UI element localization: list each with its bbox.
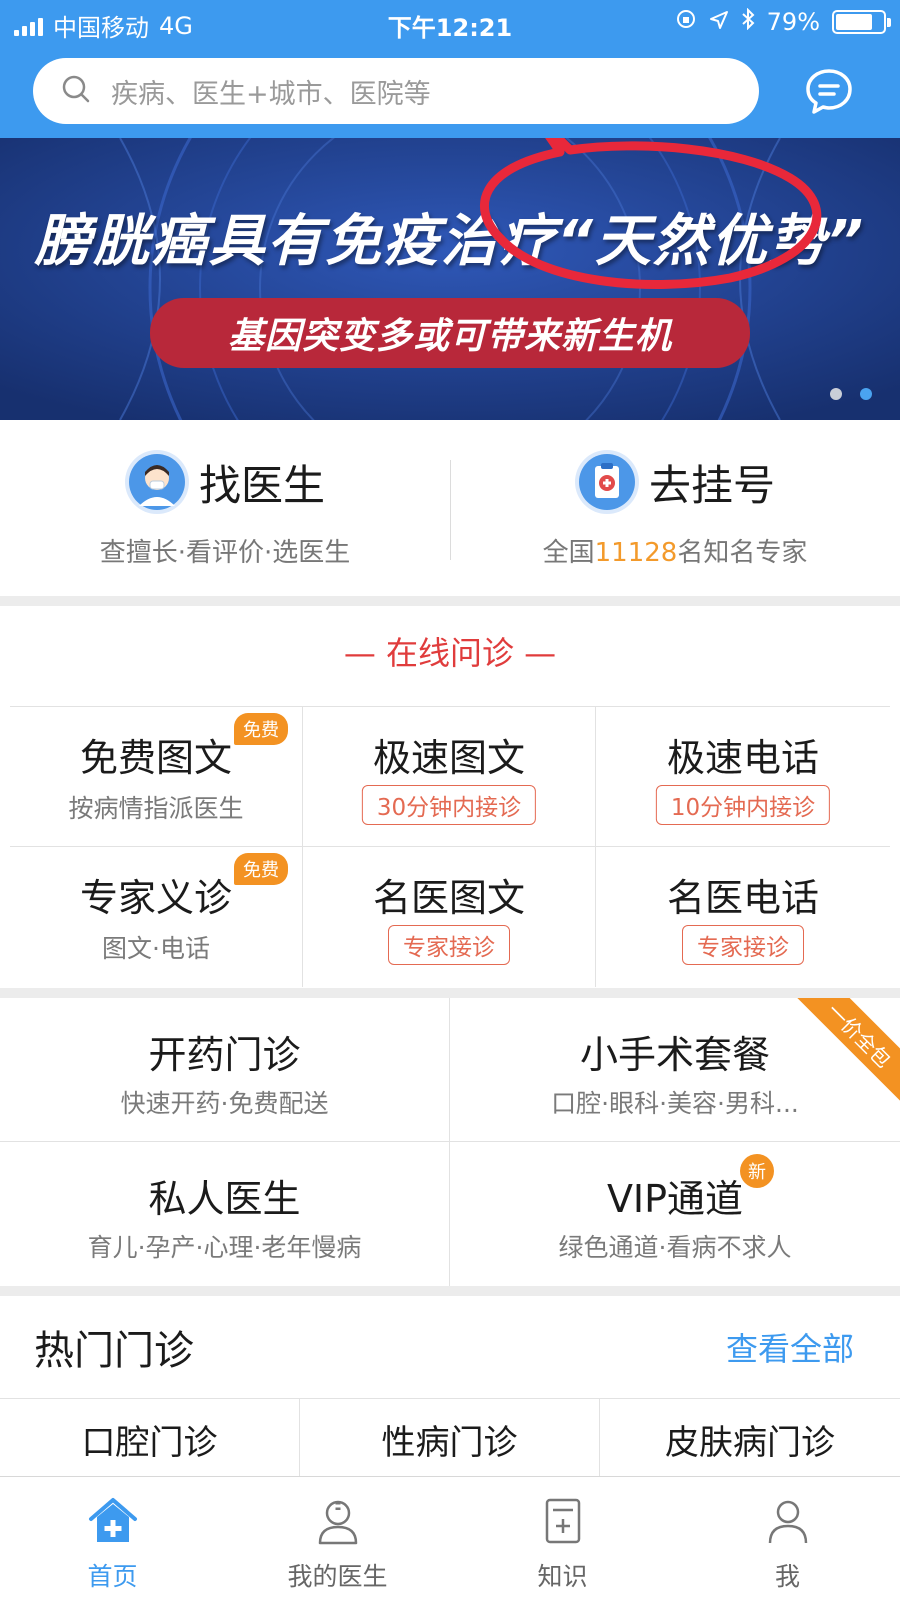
famous-doctor-phone[interactable]: 名医电话 专家接诊 — [596, 847, 890, 987]
document-plus-icon — [537, 1495, 589, 1551]
find-doctor-title: 找医生 — [198, 460, 325, 510]
section-gap — [0, 1286, 900, 1296]
cell-tag: 专家接诊 — [388, 925, 510, 965]
doctor-avatar-icon — [124, 450, 189, 514]
bluetooth-icon — [741, 7, 755, 36]
annotation-callout — [480, 138, 822, 289]
cell-tag: 30分钟内接诊 — [361, 785, 537, 825]
hot-clinics-section: 热门门诊 查看全部 口腔门诊 性病门诊 皮肤病门诊 — [0, 1296, 900, 1477]
tab-label: 我 — [774, 1562, 800, 1591]
cell-title: 名医电话 — [666, 876, 819, 920]
service-title: 开药门诊 — [148, 1033, 301, 1077]
register-head: 去挂号 — [450, 450, 900, 514]
private-doctor[interactable]: 私人医生 育儿·孕产·心理·老年慢病 — [0, 1142, 450, 1286]
cell-tag: 10分钟内接诊 — [655, 785, 831, 825]
cell-desc: 图文·电话 — [102, 934, 210, 963]
minor-surgery-package[interactable]: 小手术套餐 口腔·眼科·美容·男科... 一价全包 — [450, 998, 900, 1142]
status-bar: 中国移动 4G 下午12:21 79% — [0, 0, 900, 46]
bottom-tab-bar: 首页 我的医生 知识 我 — [0, 1476, 900, 1600]
cell-tag: 专家接诊 — [682, 925, 804, 965]
status-right: 79% — [675, 7, 891, 36]
hot-clinics-title: 热门门诊 — [34, 1328, 194, 1374]
chat-bubble-icon — [803, 69, 855, 122]
cell-title: 极速图文 — [372, 736, 525, 780]
clipboard-plus-icon — [574, 450, 639, 514]
find-doctor-card[interactable]: 找医生 查擅长·看评价·选医生 — [0, 420, 450, 596]
home-plus-icon — [87, 1495, 139, 1551]
service-desc: 绿色通道·看病不求人 — [558, 1233, 792, 1262]
search-bar[interactable]: 疾病、医生+城市、医院等 — [33, 58, 759, 124]
register-desc-prefix: 全国 — [542, 538, 595, 568]
tab-me[interactable]: 我 — [675, 1477, 900, 1600]
tab-label: 首页 — [87, 1562, 138, 1591]
battery-icon — [832, 10, 891, 34]
prescription-clinic[interactable]: 开药门诊 快速开药·免费配送 — [0, 998, 450, 1142]
service-desc: 快速开药·免费配送 — [120, 1089, 329, 1118]
rotation-lock-icon — [675, 8, 697, 36]
search-placeholder: 疾病、医生+城市、医院等 — [111, 78, 431, 110]
tab-label: 知识 — [537, 1562, 588, 1591]
search-icon — [61, 74, 91, 108]
fast-text-consult[interactable]: 极速图文 30分钟内接诊 — [303, 707, 596, 847]
cell-title: 极速电话 — [666, 736, 819, 780]
tab-my-doctor[interactable]: 我的医生 — [225, 1477, 450, 1600]
find-doctor-desc: 查擅长·看评价·选医生 — [99, 538, 351, 568]
register-title: 去挂号 — [648, 460, 775, 510]
hot-clinics-row: 口腔门诊 性病门诊 皮肤病门诊 — [0, 1398, 900, 1477]
service-desc: 口腔·眼科·美容·男科... — [551, 1089, 799, 1118]
promo-banner[interactable]: 膀胱癌具有免疫治疗“天然优势” 基因突变多或可带来新生机 — [0, 138, 900, 420]
famous-doctor-text[interactable]: 名医图文 专家接诊 — [303, 847, 596, 987]
battery-percent: 79% — [766, 8, 820, 36]
service-desc: 育儿·孕产·心理·老年慢病 — [87, 1233, 362, 1262]
service-title: VIP通道 — [606, 1177, 744, 1221]
online-consult-title: — 在线问诊 — — [343, 634, 557, 672]
message-button[interactable] — [803, 66, 855, 118]
tab-home[interactable]: 首页 — [0, 1477, 225, 1600]
find-doctor-head: 找医生 — [0, 450, 450, 514]
banner-dot-active[interactable] — [860, 388, 872, 400]
free-badge: 免费 — [234, 853, 288, 885]
hot-clinic-item[interactable]: 皮肤病门诊 — [600, 1399, 900, 1477]
new-badge: 新 — [740, 1154, 774, 1188]
cell-title: 名医图文 — [372, 876, 525, 920]
fast-phone-consult[interactable]: 极速电话 10分钟内接诊 — [596, 707, 890, 847]
tab-label: 我的医生 — [287, 1562, 388, 1591]
hot-clinic-item[interactable]: 口腔门诊 — [0, 1399, 300, 1477]
doctor-icon — [312, 1495, 364, 1551]
service-title: 私人医生 — [148, 1177, 301, 1221]
user-icon — [762, 1495, 814, 1551]
section-gap — [0, 988, 900, 998]
app-header: 中国移动 4G 下午12:21 79% 疾病、医生+城市、医院等 — [0, 0, 900, 138]
tab-knowledge[interactable]: 知识 — [450, 1477, 675, 1600]
banner-pagination — [830, 388, 872, 400]
vip-channel[interactable]: VIP通道 绿色通道·看病不求人 新 — [450, 1142, 900, 1286]
register-desc-suffix: 名知名专家 — [677, 538, 808, 568]
location-arrow-icon — [709, 8, 729, 36]
quick-actions: 找医生 查擅长·看评价·选医生 去挂号 全国11128名知名专家 — [0, 420, 900, 596]
section-gap — [0, 596, 900, 606]
cell-desc: 按病情指派医生 — [68, 794, 244, 823]
online-consult-section: — 在线问诊 — 免费图文 按病情指派医生 免费 极速图文 30分钟内接诊 极速… — [0, 606, 900, 988]
expert-free-consult[interactable]: 专家义诊 图文·电话 免费 — [10, 847, 303, 987]
banner-dot[interactable] — [830, 388, 842, 400]
hot-clinic-item[interactable]: 性病门诊 — [300, 1399, 600, 1477]
register-card[interactable]: 去挂号 全国11128名知名专家 — [450, 420, 900, 596]
services-grid: 开药门诊 快速开药·免费配送 小手术套餐 口腔·眼科·美容·男科... 一价全包… — [0, 998, 900, 1286]
register-desc: 全国11128名知名专家 — [450, 532, 900, 569]
free-text-consult[interactable]: 免费图文 按病情指派医生 免费 — [10, 707, 303, 847]
view-all-link[interactable]: 查看全部 — [726, 1324, 854, 1370]
free-badge: 免费 — [234, 713, 288, 745]
expert-count: 11128 — [594, 538, 678, 568]
online-consult-grid: 免费图文 按病情指派医生 免费 极速图文 30分钟内接诊 极速电话 10分钟内接… — [10, 706, 890, 988]
